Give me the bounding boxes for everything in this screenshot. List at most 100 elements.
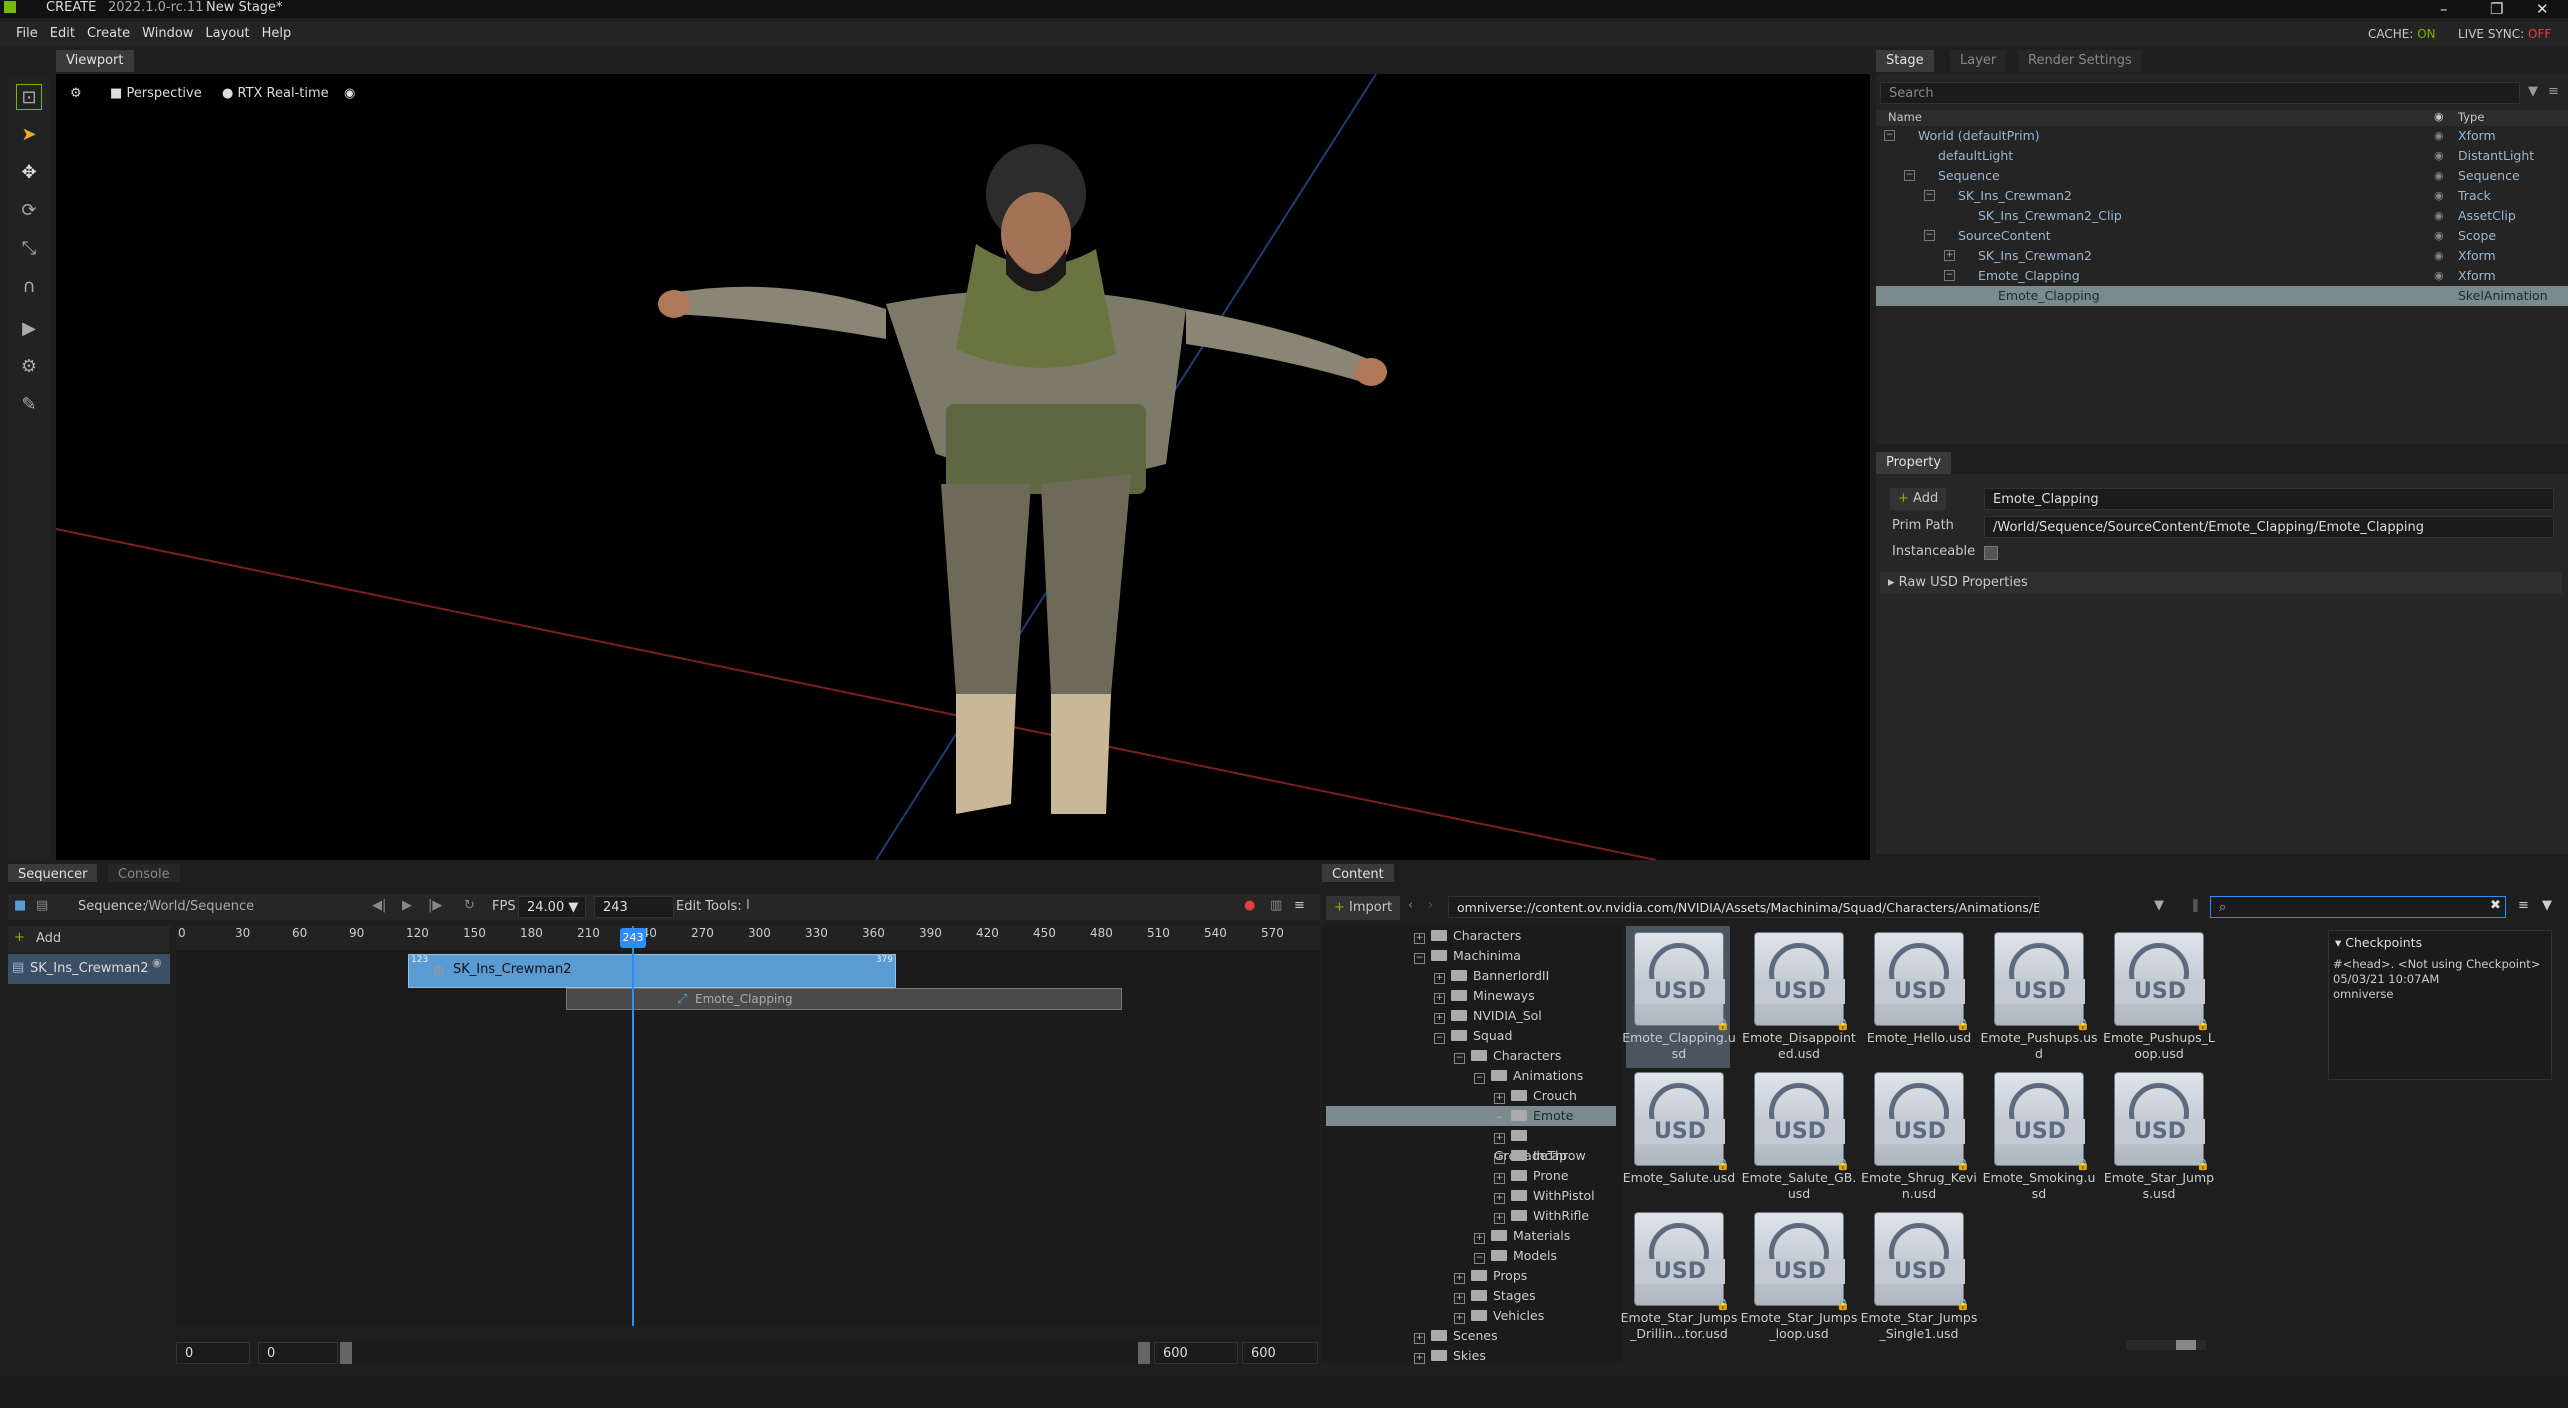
folder-item[interactable]: + Props <box>1454 1266 1527 1286</box>
folder-item[interactable]: − Animations <box>1474 1066 1583 1086</box>
step-forward-icon[interactable]: |▶ <box>428 898 442 913</box>
folder-item[interactable]: + Mineways <box>1434 986 1535 1006</box>
close-icon[interactable]: ✕ <box>2536 0 2549 18</box>
folder-item[interactable]: + Materials <box>1474 1226 1570 1246</box>
tab-property[interactable]: Property <box>1876 452 1952 474</box>
play-icon[interactable]: ▶ <box>16 316 42 342</box>
range-start-input[interactable]: 0 <box>176 1342 250 1364</box>
checkpoint-entry[interactable]: #<head>. <Not using Checkpoint> 05/03/21… <box>2333 957 2547 1002</box>
select-arrow-icon[interactable]: ➤ <box>16 122 42 148</box>
range-handle-right[interactable] <box>1138 1342 1150 1364</box>
camera-view-icon[interactable]: ▥ <box>1270 898 1282 913</box>
scale-icon[interactable]: ⤡ <box>16 236 42 262</box>
list-view-icon[interactable]: ≡ <box>2518 898 2529 913</box>
fps-select[interactable]: 24.00 ▼ <box>518 896 586 918</box>
range-scrollbar[interactable] <box>342 1342 1148 1364</box>
back-icon[interactable]: ‹ <box>1408 898 1413 913</box>
time-ruler[interactable]: 0306090120150180210240270300330360390420… <box>176 926 1320 950</box>
range-handle-left[interactable] <box>340 1342 352 1364</box>
prim-path-field[interactable]: /World/Sequence/SourceContent/Emote_Clap… <box>1984 516 2554 538</box>
stage-search-input[interactable]: Search <box>1880 82 2520 104</box>
folder-item[interactable]: + Scenes <box>1414 1326 1498 1346</box>
options-menu-icon[interactable]: ≡ <box>2548 84 2559 99</box>
path-input[interactable]: omniverse://content.ov.nvidia.com/NVIDIA… <box>1448 896 2040 918</box>
rotate-icon[interactable]: ⟳ <box>16 198 42 224</box>
folder-item[interactable]: + Crouch <box>1494 1086 1577 1106</box>
instanceable-checkbox[interactable] <box>1984 546 1998 560</box>
visibility-eye-icon[interactable]: ◉ <box>338 82 361 106</box>
tree-row[interactable]: − Sequence ◉ Sequence <box>1876 166 2568 186</box>
tab-viewport[interactable]: Viewport <box>56 50 134 72</box>
tree-row-selected[interactable]: Emote_Clapping SkelAnimation <box>1876 286 2568 306</box>
paint-icon[interactable]: ✎ <box>16 392 42 418</box>
folder-item[interactable]: + WithRifle <box>1494 1206 1589 1226</box>
clapper-icon[interactable]: ▤ <box>36 898 48 913</box>
viewport[interactable]: ⚙ ■ Perspective ● RTX Real-time ◉ <box>56 74 1870 860</box>
file-tile[interactable]: USD 🔒 Emote_Star_Jumps_Single1.usd <box>1861 1212 1977 1352</box>
bookmark-icon[interactable]: ❚ <box>2190 898 2201 913</box>
gear-tool-icon[interactable]: ⚙ <box>16 354 42 380</box>
record-icon[interactable]: ● <box>1244 898 1255 913</box>
tree-row[interactable]: − SourceContent ◉ Scope <box>1876 226 2568 246</box>
tab-layer[interactable]: Layer <box>1950 50 2007 72</box>
file-tile[interactable]: USD 🔒 Emote_Salute_GB.usd <box>1742 1072 1856 1212</box>
file-tile[interactable]: USD 🔒 Emote_Shrug_Kevin.usd <box>1861 1072 1977 1212</box>
tree-row[interactable]: − World (defaultPrim) ◉ Xform <box>1876 126 2568 146</box>
track-header[interactable]: ▤ SK_Ins_Crewman2 ◉ <box>8 954 170 984</box>
tree-row[interactable]: − Emote_Clapping ◉ Xform <box>1876 266 2568 286</box>
file-tile[interactable]: USD 🔒 Emote_Smoking.usd <box>1983 1072 2095 1212</box>
file-tile[interactable]: USD 🔒 Emote_Hello.usd <box>1866 932 1972 1072</box>
file-tile[interactable]: USD 🔒 Emote_Clapping.usd <box>1622 932 1736 1072</box>
select-mode-icon[interactable]: ⊡ <box>16 84 42 110</box>
folder-item[interactable]: − Models <box>1474 1246 1557 1266</box>
folder-item[interactable]: + Vehicles <box>1454 1306 1544 1326</box>
content-search-input[interactable]: ⌕ <box>2210 896 2506 918</box>
checkpoints-title[interactable]: ▾ Checkpoints <box>2335 935 2422 950</box>
minimize-icon[interactable]: – <box>2440 0 2448 18</box>
folder-item-selected[interactable]: − Emote <box>1494 1106 1573 1126</box>
range-end-input[interactable]: 600 <box>1242 1342 1318 1364</box>
camera-menu[interactable]: ■ Perspective <box>104 82 208 106</box>
tree-row[interactable]: − SK_Ins_Crewman2 ◉ Track <box>1876 186 2568 206</box>
add-track-button[interactable]: + Add <box>8 926 170 952</box>
eye-icon[interactable]: ◉ <box>152 956 162 969</box>
file-tile[interactable]: USD 🔒 Emote_Pushups_Loop.usd <box>2103 932 2215 1072</box>
viewport-settings-icon[interactable]: ⚙ <box>64 82 88 106</box>
tree-row[interactable]: defaultLight ◉ DistantLight <box>1876 146 2568 166</box>
folder-item[interactable]: − Machinima <box>1414 946 1521 966</box>
file-tile[interactable]: USD 🔒 Emote_Star_Jumps_loop.usd <box>1741 1212 1857 1352</box>
file-tile[interactable]: USD 🔒 Emote_Star_Jumps_Drillin...tor.usd <box>1621 1212 1737 1352</box>
add-property-button[interactable]: + Add <box>1890 488 1947 510</box>
filter-icon[interactable]: ▼ <box>2528 84 2538 99</box>
folder-item[interactable]: + WithPistol <box>1494 1186 1595 1206</box>
folder-item[interactable]: − Squad <box>1434 1026 1512 1046</box>
live-sync-status[interactable]: LIVE SYNC: OFF <box>2458 27 2551 41</box>
import-button[interactable]: + Import <box>1326 896 1401 920</box>
step-back-icon[interactable]: ◀| <box>372 898 386 913</box>
renderer-menu[interactable]: ● RTX Real-time <box>216 82 335 106</box>
forward-icon[interactable]: › <box>1428 898 1433 913</box>
tab-render-settings[interactable]: Render Settings <box>2018 50 2142 72</box>
filter-icon[interactable]: ▼ <box>2542 898 2552 913</box>
edit-cursor-icon[interactable]: I <box>746 898 750 913</box>
character-model[interactable] <box>656 134 1416 844</box>
prim-name-field[interactable]: Emote_Clapping <box>1984 488 2554 510</box>
folder-item[interactable]: + BannerlordII <box>1434 966 1549 986</box>
snap-icon[interactable]: ∩ <box>16 274 42 300</box>
path-dropdown-icon[interactable]: ▼ <box>2154 898 2164 913</box>
folder-item[interactable]: + Incap <box>1494 1146 1567 1166</box>
move-icon[interactable]: ✥ <box>16 160 42 186</box>
tree-row[interactable]: SK_Ins_Crewman2_Clip ◉ AssetClip <box>1876 206 2568 226</box>
playhead-marker[interactable]: 243 <box>620 928 646 948</box>
folder-item[interactable]: + NVIDIA_Sol <box>1434 1006 1542 1026</box>
raw-usd-properties-section[interactable]: ▸ Raw USD Properties <box>1880 572 2562 594</box>
menu-layout[interactable]: Layout <box>199 22 255 46</box>
folder-item[interactable]: + Skies <box>1414 1346 1486 1366</box>
view-end-input[interactable]: 600 <box>1154 1342 1238 1364</box>
file-tile[interactable]: USD 🔒 Emote_Disappointed.usd <box>1742 932 1856 1072</box>
file-tile[interactable]: USD 🔒 Emote_Salute.usd <box>1623 1072 1735 1212</box>
frame-input[interactable]: 243 <box>594 896 674 918</box>
asset-clip[interactable]: 123 ◍ SK_Ins_Crewman2 379 <box>408 954 896 988</box>
play-icon[interactable]: ▶ <box>402 898 412 913</box>
folder-item[interactable]: + Prone <box>1494 1166 1568 1186</box>
